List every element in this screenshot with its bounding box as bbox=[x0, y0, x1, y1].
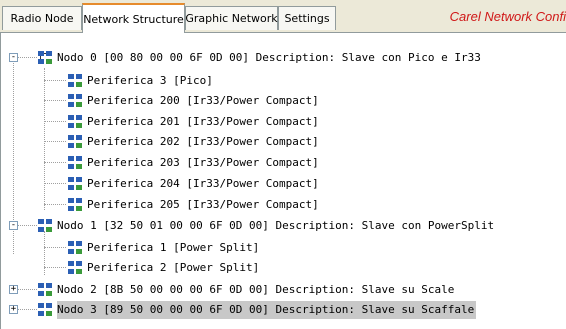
tree-branch-line bbox=[44, 204, 66, 205]
network-node-icon bbox=[38, 51, 52, 64]
network-node-icon bbox=[68, 94, 82, 107]
network-node-icon bbox=[68, 115, 82, 128]
tree-branch-line bbox=[44, 162, 66, 163]
tree-branch-line bbox=[44, 100, 66, 101]
brand-title: Carel Network Confi bbox=[449, 9, 566, 24]
network-node-icon bbox=[68, 241, 82, 254]
tree-child-label: Periferica 202 [Ir33/Power Compact] bbox=[87, 135, 319, 148]
network-node-icon bbox=[38, 219, 52, 232]
network-node-icon bbox=[68, 156, 82, 169]
expand-icon[interactable]: + bbox=[9, 305, 18, 314]
tab-settings[interactable]: Settings bbox=[278, 6, 336, 30]
network-node-icon bbox=[68, 198, 82, 211]
tree-branch-line bbox=[44, 183, 66, 184]
network-node-icon bbox=[68, 74, 82, 87]
tree-child-item[interactable]: Periferica 201 [Ir33/Power Compact] bbox=[1, 113, 566, 131]
collapse-icon[interactable]: - bbox=[9, 221, 18, 230]
tree-node-3[interactable]: + Nodo 3 [89 50 00 00 00 6F 0D 00] Descr… bbox=[1, 301, 566, 319]
tree-node-label: Nodo 2 [8B 50 00 00 00 6F 0D 00] Descrip… bbox=[57, 283, 455, 296]
tree-child-item[interactable]: Periferica 1 [Power Split] bbox=[1, 239, 566, 257]
tree-child-item[interactable]: Periferica 205 [Ir33/Power Compact] bbox=[1, 196, 566, 214]
tree-child-label: Periferica 204 [Ir33/Power Compact] bbox=[87, 177, 319, 190]
tree-node-2[interactable]: + Nodo 2 [8B 50 00 00 00 6F 0D 00] Descr… bbox=[1, 281, 566, 299]
tree-child-item[interactable]: Periferica 200 [Ir33/Power Compact] bbox=[1, 92, 566, 110]
tree-child-label: Periferica 200 [Ir33/Power Compact] bbox=[87, 94, 319, 107]
tree-branch-line bbox=[44, 80, 66, 81]
tree-child-item[interactable]: Periferica 203 [Ir33/Power Compact] bbox=[1, 154, 566, 172]
tree-panel: - Nodo 0 [00 80 00 00 6F 0D 00] Descript… bbox=[0, 33, 566, 329]
network-node-icon bbox=[38, 303, 52, 316]
tree-child-item[interactable]: Periferica 3 [Pico] bbox=[1, 72, 566, 90]
tree-node-label-selected: Nodo 3 [89 50 00 00 00 6F 0D 00] Descrip… bbox=[57, 301, 477, 319]
network-node-icon bbox=[68, 261, 82, 274]
tab-radio-node[interactable]: Radio Node bbox=[2, 6, 82, 30]
tree-node-label: Nodo 1 [32 50 01 00 00 6F 0D 00] Descrip… bbox=[57, 219, 495, 232]
expand-icon[interactable]: + bbox=[9, 285, 18, 294]
network-node-icon bbox=[68, 177, 82, 190]
tree-child-item[interactable]: Periferica 2 [Power Split] bbox=[1, 259, 566, 277]
tree-node-1[interactable]: - Nodo 1 [32 50 01 00 00 6F 0D 00] Descr… bbox=[1, 217, 566, 235]
tree-child-label: Periferica 205 [Ir33/Power Compact] bbox=[87, 198, 319, 211]
tree-node-label: Nodo 0 [00 80 00 00 6F 0D 00] Descriptio… bbox=[57, 51, 481, 64]
collapse-icon[interactable]: - bbox=[9, 53, 18, 62]
tree-branch-line bbox=[44, 121, 66, 122]
tree-child-label: Periferica 201 [Ir33/Power Compact] bbox=[87, 115, 319, 128]
tree-branch-line bbox=[44, 247, 66, 248]
tree-child-label: Periferica 2 [Power Split] bbox=[87, 261, 260, 274]
tab-network-structure[interactable]: Network Structure bbox=[82, 3, 185, 33]
tree-child-item[interactable]: Periferica 202 [Ir33/Power Compact] bbox=[1, 133, 566, 151]
tab-graphic-network[interactable]: Graphic Network bbox=[185, 6, 278, 30]
tree-branch-line bbox=[44, 141, 66, 142]
tree-branch-line bbox=[44, 267, 66, 268]
network-node-icon bbox=[68, 135, 82, 148]
tree-child-label: Periferica 1 [Power Split] bbox=[87, 241, 260, 254]
tree-child-label: Periferica 3 [Pico] bbox=[87, 74, 213, 87]
tree-node-0[interactable]: - Nodo 0 [00 80 00 00 6F 0D 00] Descript… bbox=[1, 49, 566, 67]
network-node-icon bbox=[38, 283, 52, 296]
tree-child-item[interactable]: Periferica 204 [Ir33/Power Compact] bbox=[1, 175, 566, 193]
tab-bar: Radio Node Network Structure Graphic Net… bbox=[0, 0, 566, 33]
tree-child-label: Periferica 203 [Ir33/Power Compact] bbox=[87, 156, 319, 169]
